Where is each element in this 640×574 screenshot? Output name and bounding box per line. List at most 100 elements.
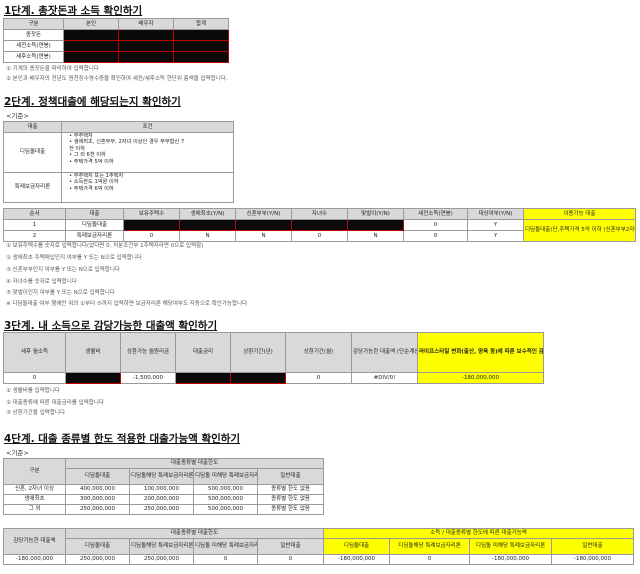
loan-criteria-table: 대출 조건 디딤돌대출 • 무주택자 • 생애최초, 신혼부부, 2자녀 이상인…	[3, 121, 234, 203]
input-cell[interactable]	[118, 40, 174, 52]
col-header: 세전소득(연봉)	[403, 208, 468, 220]
input-cell[interactable]	[63, 40, 119, 52]
limit-cell: 종류별 한도 없음	[256, 484, 325, 495]
limit-cell: 400,000,000	[65, 484, 130, 495]
step1-title: 1단계. 총잣돈과 소득 확인하기	[4, 5, 143, 17]
note: ② 본인과 배우자의 전년도 원천징수영수증을 확인하여 세전/세후소득 현단위…	[6, 76, 228, 82]
group-header: 대출종류별 대출한도	[64, 528, 325, 539]
income-cell: 0	[3, 372, 66, 384]
col-header: 생애최초(Y/N)	[179, 208, 236, 220]
eligibility-table: 순서 대출 보유주택수 생애최초(Y/N) 신혼부부(Y/N) 자녀수 맞벌이(…	[3, 208, 636, 242]
limit-cell: 종류별 한도 없음	[256, 504, 325, 515]
col-header: 맞벌이(Y/N)	[347, 208, 404, 220]
row-label: 신혼, 2자녀 이상	[3, 484, 66, 495]
col-header: 대출금리	[175, 332, 231, 373]
note: ① 기계의 종잣돈을 파악하여 입력합니다	[6, 66, 99, 72]
step2-title: 2단계. 정책대출에 해당되는지 확인하기	[4, 96, 181, 108]
note: ① 생활비를 입력합니다	[6, 388, 60, 394]
col-header: 상환기간(월)	[285, 332, 352, 373]
col-header: 대상여부(Y/N)	[467, 208, 524, 220]
col-header: 디딤돌대출	[65, 538, 130, 555]
col-header: 세후 월소득	[3, 332, 66, 373]
col-header: 생활비	[65, 332, 121, 373]
repay-cell: -1,500,000	[120, 372, 176, 384]
input-cell[interactable]	[118, 29, 174, 41]
col-header: 디딤돌해당 특례보금자리론	[129, 538, 194, 555]
result-cell: -180,000,000	[551, 554, 635, 565]
loan-cell: 디딤돌대출	[65, 219, 124, 231]
first-buyer-cell: N	[179, 230, 236, 242]
col-header: 감당가능한 대출액 (단순계산)	[351, 332, 418, 373]
col-header: 디딤돌대출	[65, 468, 130, 485]
col-header: 일반대출	[551, 538, 635, 555]
input-cell[interactable]	[63, 51, 119, 63]
children-input[interactable]	[291, 219, 348, 231]
limit-table: 구분 대출종류별 대출한도 디딤돌대출 디딤돌해당 특례보금자리론 디딤돌 미해…	[3, 458, 325, 515]
row-label: 생애최초	[3, 494, 66, 505]
available-loan: 디딤돌대출(단,주택가격 5억 이하 (신혼부부2자녀 이상은 6억)이하)	[523, 219, 636, 242]
condition: • 주택가격 6억 이하	[69, 185, 114, 192]
loan-cell: 특례보금자리론	[65, 230, 124, 242]
group-header: 대출종류별 대출한도	[64, 458, 325, 469]
result-cell: 0	[193, 554, 258, 565]
condition-list: • 무주택자 • 생애최초, 신혼부부, 2자녀 이상인 경우 부부합산 7 천…	[63, 134, 232, 166]
col-header: 이용가능 대출	[523, 208, 636, 220]
col-header: 일반대출	[256, 538, 325, 555]
input-cell[interactable]	[63, 29, 119, 41]
seed-income-table: 구분 본인 배우자 합계 종잣돈 세전소득(연봉) 세후소득(연봉)	[3, 18, 229, 63]
note: ③ 상환기간을 입력합니다	[6, 410, 66, 416]
house-count-input[interactable]	[123, 219, 180, 231]
limit-cell: 500,000,000	[193, 504, 258, 515]
col-header: 디딤돌대출	[323, 538, 391, 555]
col-header: 상환가능 월원리금	[120, 332, 176, 373]
col-header: 신혼부부(Y/N)	[235, 208, 292, 220]
group-header: 소득 / 대출종류별 한도에 따른 대출가능액	[323, 528, 635, 539]
note: ① 보유주택수를 숫자로 입력합니다(없다면 0, 처분조건부 1주택자라면 0…	[6, 243, 204, 249]
step4-title: 4단계. 대출 종류별 한도 적용한 대출가능액 확인하기	[4, 433, 241, 445]
col-header: 상환기간(년)	[230, 332, 286, 373]
col-header: 순서	[3, 208, 66, 220]
col-header: 합계	[173, 18, 229, 30]
sum-cell	[173, 29, 229, 41]
affordable-loan-table: 세후 월소득 생활비 상환가능 월원리금 대출금리 상환기간(년) 상환기간(월…	[3, 332, 544, 384]
loan-name: 특례보금자리론	[3, 172, 62, 203]
note: ※ 디딤돌대출 여부 행에만 위의 ①부터 ⑤까지 입력하면 보금자리론 해당여…	[6, 301, 248, 307]
col-header: 대출	[3, 121, 62, 133]
row-label: 세후소득(연봉)	[3, 51, 64, 63]
note: ② 생애최초 주택매입인지 여부를 Y 또는 N으로 입력합니다	[6, 255, 142, 261]
row-label: 종잣돈	[3, 29, 64, 41]
input-cell[interactable]	[118, 51, 174, 63]
col-header: 디딤돌해당 특례보금자리론	[389, 538, 471, 555]
col-header: 본인	[63, 18, 119, 30]
order-cell: 1	[3, 219, 66, 231]
first-buyer-input[interactable]	[179, 219, 236, 231]
amount-cell: #DIV/0!	[351, 372, 418, 384]
col-header: 배우자	[118, 18, 174, 30]
result-cell: 250,000,000	[129, 554, 194, 565]
col-header: 구분	[3, 458, 66, 485]
condition-list: • 무주택자 또는 1주택자 • 소득한도 1억원 이하 • 주택가격 6억 이…	[63, 174, 232, 193]
eligible-cell: Y	[467, 230, 524, 242]
limit-cell: 500,000,000	[193, 494, 258, 505]
interest-rate-input[interactable]	[175, 372, 231, 384]
limit-cell: 250,000,000	[129, 504, 194, 515]
col-header: 구분	[3, 18, 64, 30]
row-label: 그 외	[3, 504, 66, 515]
term-months-cell: 0	[285, 372, 352, 384]
sum-cell	[173, 40, 229, 52]
house-count-cell: 0	[123, 230, 180, 242]
newlywed-input[interactable]	[235, 219, 292, 231]
dual-income-input[interactable]	[347, 219, 404, 231]
term-years-input[interactable]	[230, 372, 286, 384]
col-header: 자녀수	[291, 208, 348, 220]
result-cell: -180,000,000	[469, 554, 553, 565]
col-header: 조건	[61, 121, 234, 133]
note: ④ 자녀수를 숫자로 입력합니다	[6, 279, 77, 285]
children-cell: 0	[291, 230, 348, 242]
sum-cell	[173, 51, 229, 63]
col-header: 대출	[65, 208, 124, 220]
living-cost-input[interactable]	[65, 372, 121, 384]
income-cell: 0	[403, 219, 468, 231]
condition: • 주택가격 5억 이하	[69, 158, 114, 165]
loan-name: 디딤돌대출	[3, 132, 62, 173]
